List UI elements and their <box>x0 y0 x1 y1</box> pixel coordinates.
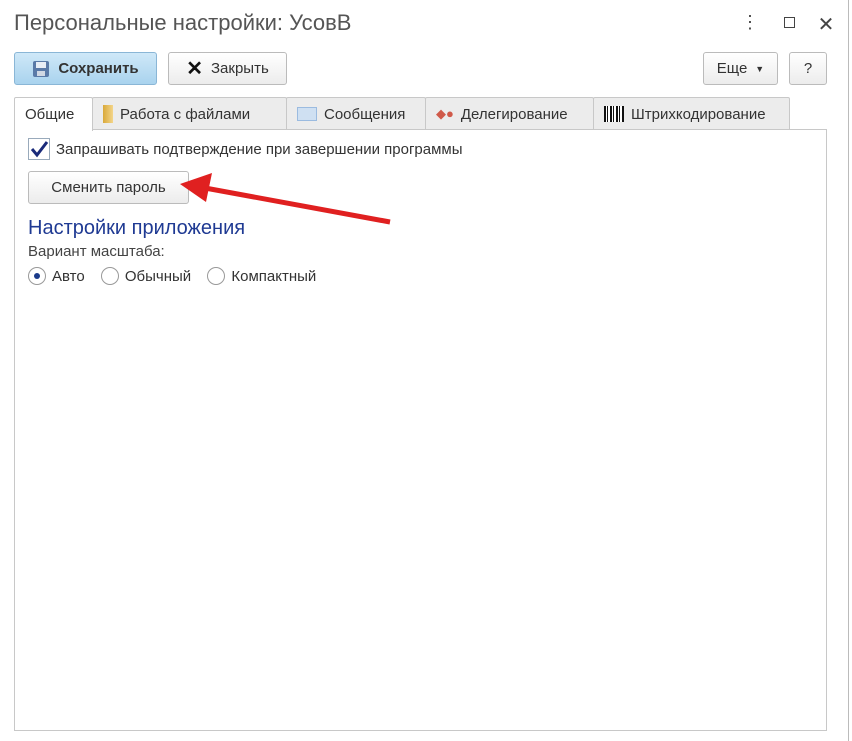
red-arrow-annotation <box>180 173 391 225</box>
tab-general[interactable]: Общие <box>14 97 93 131</box>
tab-label: Общие <box>25 106 75 123</box>
